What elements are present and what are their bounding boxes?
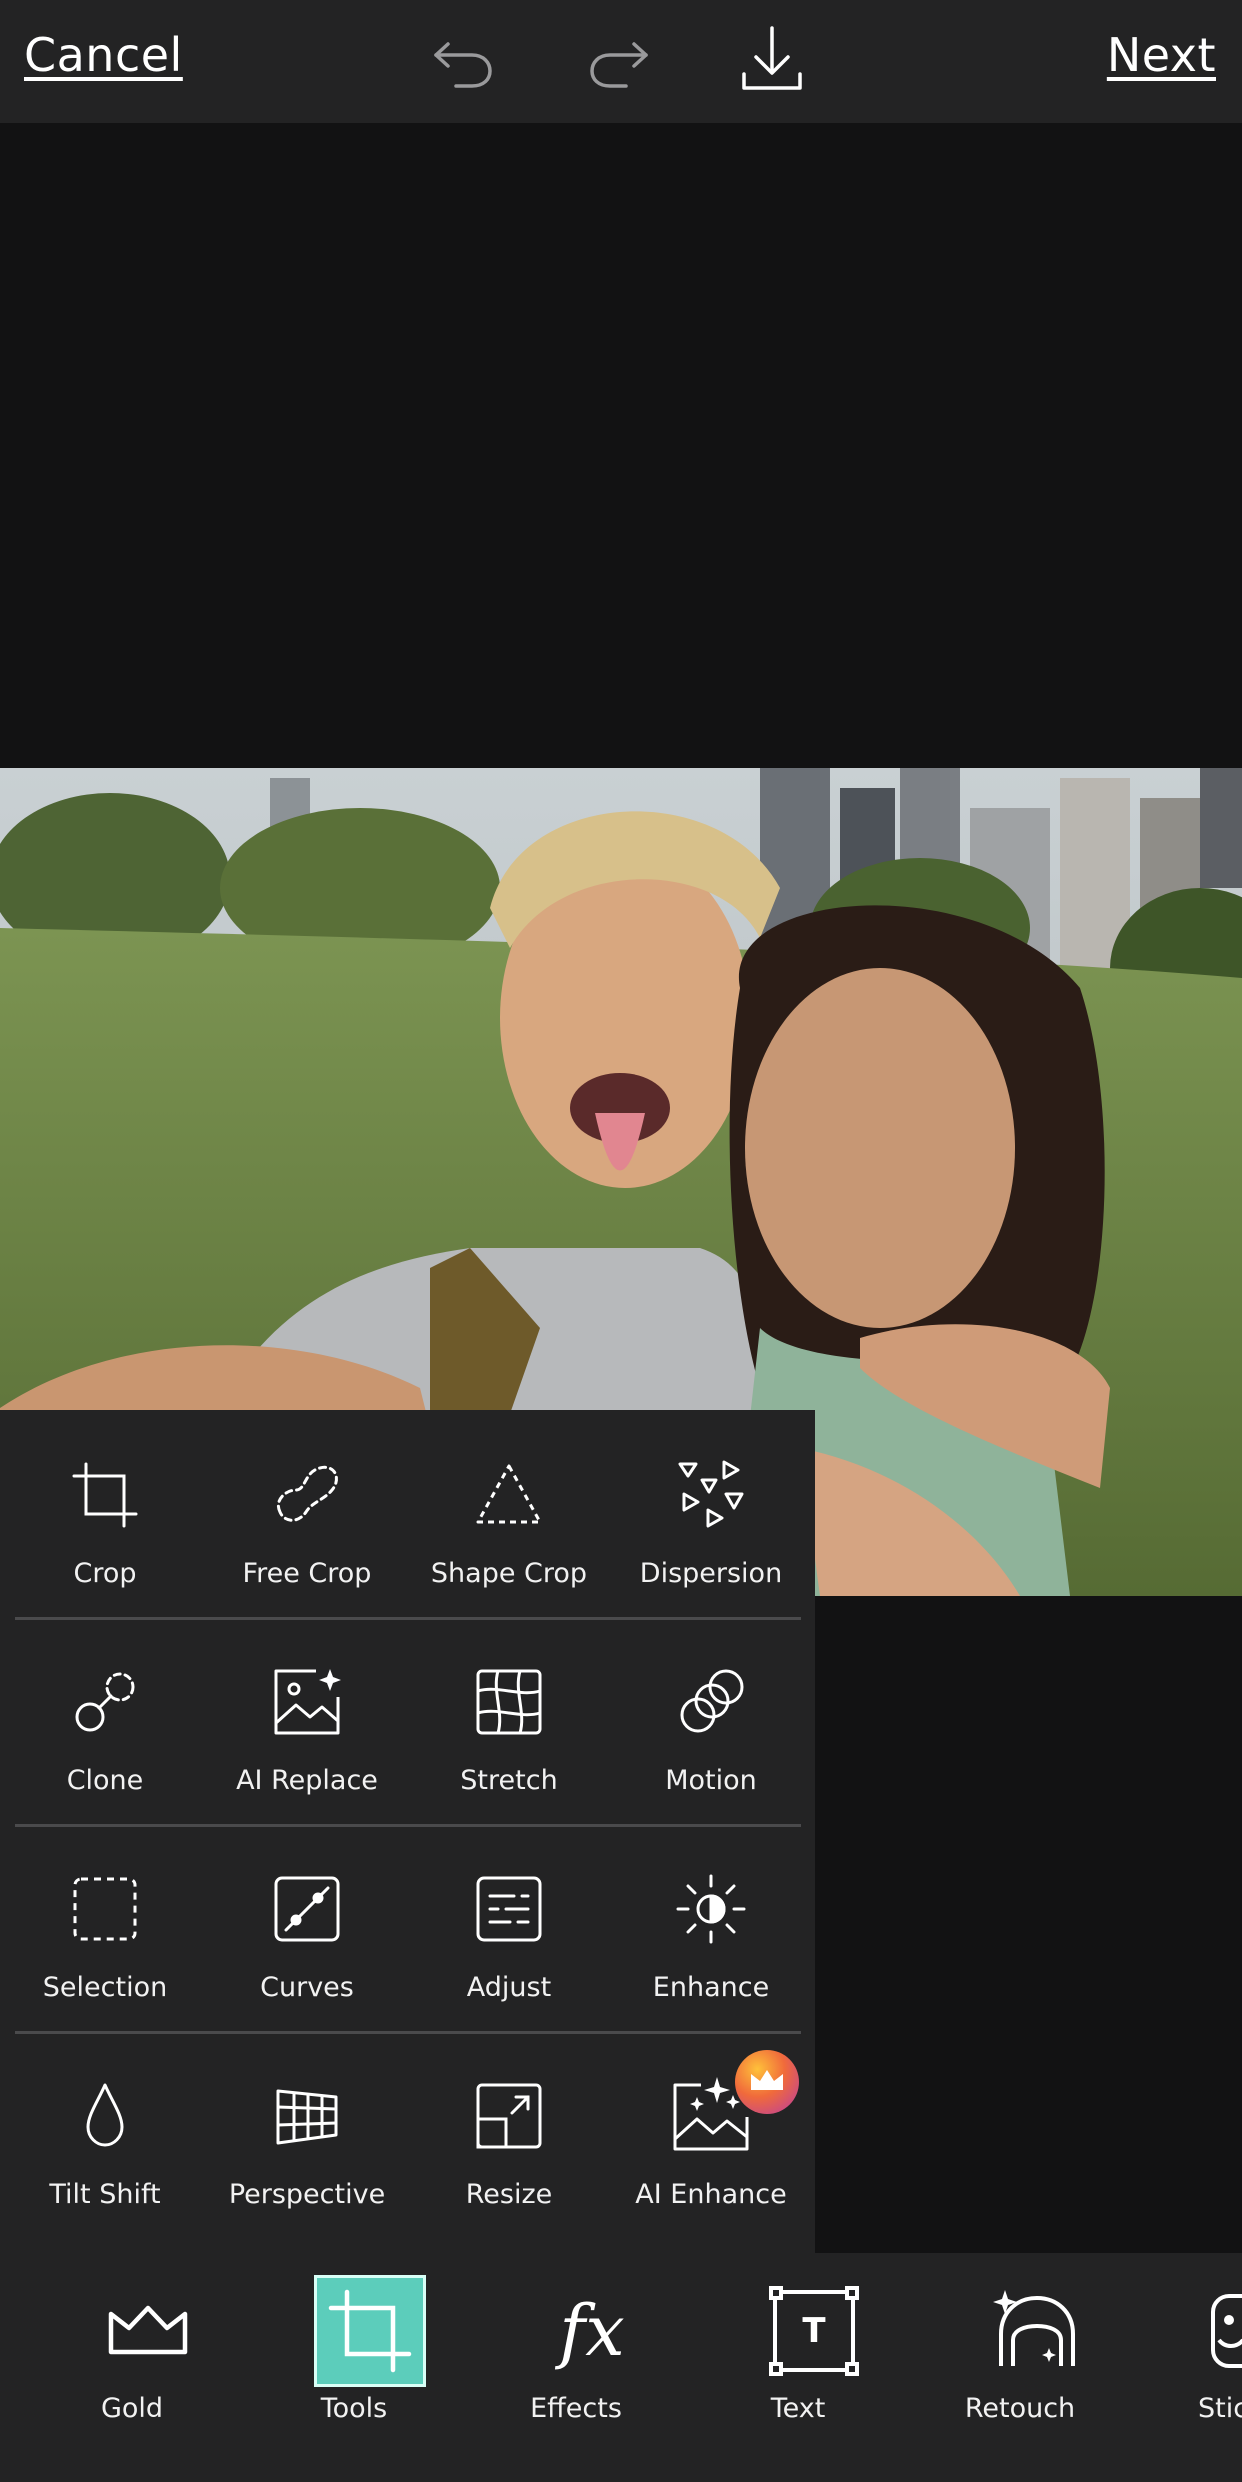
tool-stretch[interactable]: Stretch [408, 1617, 610, 1824]
text-icon: T [758, 2275, 870, 2387]
tool-tilt-shift[interactable]: Tilt Shift [4, 2031, 206, 2238]
download-icon[interactable] [734, 22, 810, 98]
curves-icon [272, 1874, 342, 1944]
tool-shape-crop[interactable]: Shape Crop [408, 1410, 610, 1617]
tool-perspective[interactable]: Perspective [206, 2031, 408, 2238]
resize-icon [474, 2081, 544, 2151]
nav-text[interactable]: T Text [708, 2253, 888, 2482]
selection-icon [70, 1874, 140, 1944]
tools-row-4: Tilt Shift Perspective Resize AI Enhance [0, 2031, 815, 2238]
adjust-icon [474, 1874, 544, 1944]
clone-icon [70, 1667, 140, 1737]
dispersion-icon [676, 1460, 746, 1530]
tools-panel: Crop Free Crop Shape Crop Dispersion Clo… [0, 1410, 815, 2253]
ai-replace-icon [272, 1667, 342, 1737]
crown-icon [92, 2275, 204, 2387]
tool-adjust[interactable]: Adjust [408, 1824, 610, 2031]
fx-icon: fx [559, 2290, 625, 2372]
tool-resize[interactable]: Resize [408, 2031, 610, 2238]
crop-icon [70, 1460, 140, 1530]
tool-motion[interactable]: Motion [610, 1617, 812, 1824]
tool-curves[interactable]: Curves [206, 1824, 408, 2031]
nav-tools[interactable]: Tools [264, 2253, 444, 2482]
nav-effects[interactable]: fx Effects [486, 2253, 666, 2482]
tool-enhance[interactable]: Enhance [610, 1824, 812, 2031]
premium-crown-icon [735, 2050, 799, 2114]
sticker-icon [1152, 2275, 1242, 2387]
enhance-icon [676, 1874, 746, 1944]
tools-row-1: Crop Free Crop Shape Crop Dispersion [0, 1410, 815, 1617]
tools-row-3: Selection Curves Adjust Enhance [0, 1824, 815, 2031]
motion-icon [676, 1667, 746, 1737]
nav-gold[interactable]: Gold [42, 2253, 222, 2482]
top-bar: Cancel Next [0, 0, 1242, 123]
tool-selection[interactable]: Selection [4, 1824, 206, 2031]
free-crop-icon [272, 1460, 342, 1530]
tools-row-2: Clone AI Replace Stretch Motion [0, 1617, 815, 1824]
tool-dispersion[interactable]: Dispersion [610, 1410, 812, 1617]
retouch-icon [980, 2275, 1092, 2387]
tool-ai-replace[interactable]: AI Replace [206, 1617, 408, 1824]
tool-free-crop[interactable]: Free Crop [206, 1410, 408, 1617]
tool-clone[interactable]: Clone [4, 1617, 206, 1824]
redo-icon[interactable] [580, 22, 656, 98]
tool-crop[interactable]: Crop [4, 1410, 206, 1617]
tilt-shift-icon [70, 2081, 140, 2151]
crop-icon [314, 2275, 426, 2387]
shape-crop-icon [474, 1460, 544, 1530]
cancel-button[interactable]: Cancel [24, 28, 183, 82]
next-button[interactable]: Next [1107, 28, 1216, 82]
undo-icon[interactable] [426, 22, 502, 98]
stretch-icon [474, 1667, 544, 1737]
perspective-icon [272, 2081, 342, 2151]
bottom-nav: Gold Tools fx Effects T Text Retouch Sti… [0, 2253, 1242, 2482]
nav-retouch[interactable]: Retouch [930, 2253, 1110, 2482]
nav-sticker[interactable]: Stic [1152, 2253, 1242, 2482]
